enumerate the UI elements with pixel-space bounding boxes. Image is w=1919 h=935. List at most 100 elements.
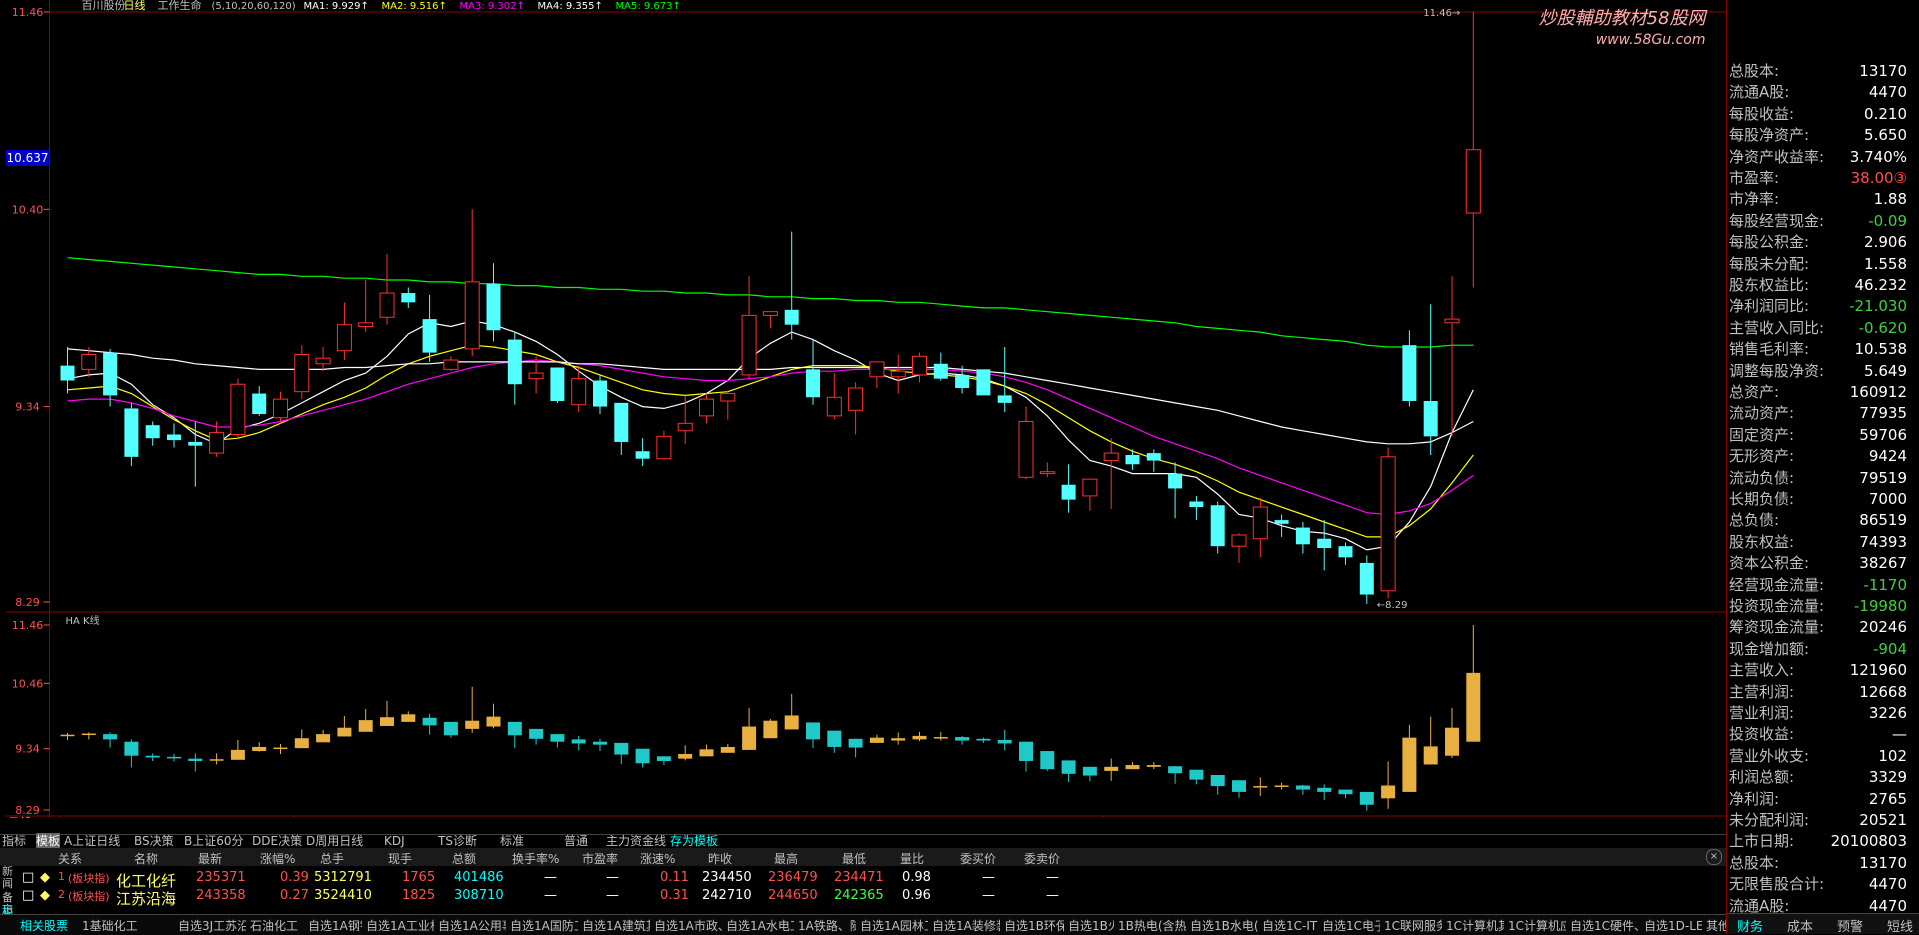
column-header-11[interactable]: 最高 [774,850,798,867]
ha-candle[interactable] [380,700,394,726]
candle[interactable] [656,430,672,460]
column-header-10[interactable]: 昨收 [708,850,732,867]
ha-candle[interactable] [1253,777,1268,796]
ha-candle[interactable] [316,730,331,743]
candle[interactable] [1039,462,1055,478]
ha-candle[interactable] [507,721,522,749]
ha-candle[interactable] [1061,760,1076,782]
candle[interactable] [401,287,416,308]
table-row[interactable]: □ ◆ 2 (板块指) 江苏沿海 243358 0.27 3524410 1825 308710 —… [0,888,1300,908]
candlestick-series[interactable] [60,12,1481,604]
sector-tab-15[interactable]: 自选1B火电 [1068,917,1114,934]
ha-candle[interactable] [1019,741,1033,772]
candle[interactable] [124,402,139,467]
candle[interactable] [593,374,607,415]
candle[interactable] [1380,447,1396,599]
candle[interactable] [614,402,629,455]
ha-candle[interactable] [869,734,884,743]
candle[interactable] [294,345,310,400]
candle[interactable] [1317,520,1332,571]
column-header-14[interactable]: 委买价 [960,850,996,867]
candle[interactable] [145,421,160,446]
indicator-tab-0[interactable]: 指标 [2,833,26,849]
candle[interactable] [1082,478,1098,511]
indicator-tab-12[interactable]: 存为模板 [670,833,718,849]
sector-tab-12[interactable]: 自选1A园林工程 [860,917,928,934]
candle[interactable] [1103,438,1119,509]
ha-candle[interactable] [337,716,352,737]
ha-candle[interactable] [422,713,437,735]
candle[interactable] [933,352,948,381]
candle[interactable] [890,354,906,394]
candle[interactable] [912,352,927,383]
sector-tab-23[interactable]: 自选1C硬件、设备 [1570,917,1640,934]
column-header-8[interactable]: 市盈率 [582,850,618,867]
side-tab-3[interactable]: 短线 [1881,916,1919,935]
table-row[interactable]: □ ◆ 1 (板块指) 化工化纤 235371 0.39 5312791 1765 401486—… [0,870,1300,890]
sector-tab-3[interactable]: 石油化工 [250,917,304,934]
column-header-3[interactable]: 涨幅% [260,850,295,867]
column-header-12[interactable]: 最低 [842,850,866,867]
candle[interactable] [762,311,778,329]
candle[interactable] [1146,449,1161,472]
ha-candle[interactable] [209,753,224,765]
indicator-tab-3[interactable]: BS决策 [134,833,174,849]
indicator-tab-5[interactable]: DDE决策 [252,833,302,849]
sector-tab-16[interactable]: 1B热电(含热) [1118,917,1186,934]
candle[interactable] [379,253,395,325]
column-header-9[interactable]: 涨速% [640,850,675,867]
ha-candle[interactable] [1104,758,1119,781]
column-header-2[interactable]: 最新 [198,850,222,867]
ha-candle[interactable] [1381,761,1396,809]
column-header-1[interactable]: 名称 [134,850,158,867]
candle[interactable] [443,356,459,372]
ha-candle[interactable] [465,686,480,733]
sector-tab-21[interactable]: 1C计算机其他 [1446,917,1504,934]
candle[interactable] [1274,514,1289,537]
column-header-4[interactable]: 总手 [320,850,344,867]
candle[interactable] [1061,464,1076,513]
candle[interactable] [1444,276,1460,437]
ha-candle[interactable] [1359,791,1374,811]
ha-candle[interactable] [443,721,458,738]
candle[interactable] [1295,521,1310,554]
candle[interactable] [1168,462,1183,519]
ha-candle[interactable] [529,728,544,745]
column-header-6[interactable]: 总额 [452,850,476,867]
ha-candle[interactable] [230,739,245,760]
ha-candle[interactable] [763,718,778,739]
sector-tab-2[interactable]: 自选3J工苏沿海 [178,917,246,934]
candle[interactable] [699,393,714,424]
ha-candle[interactable] [976,737,991,743]
candle[interactable] [358,280,374,333]
column-header-13[interactable]: 量比 [900,850,924,867]
ha-candle[interactable] [742,707,757,750]
ha-candle[interactable] [1423,716,1438,765]
sector-tab-18[interactable]: 自选1C-IT支持 [1262,917,1318,934]
ha-candle[interactable] [1295,784,1310,795]
close-table-icon[interactable]: × [1706,849,1722,865]
side-tab-0[interactable]: 财务 [1731,916,1769,935]
row-checkbox[interactable]: □ [22,888,34,903]
candle[interactable] [486,263,501,342]
candle[interactable] [1018,406,1034,480]
indicator-tab-7[interactable]: KDJ [384,833,405,849]
candle[interactable] [103,348,118,407]
ha-candle[interactable] [1146,762,1161,770]
candle[interactable] [1231,533,1247,563]
candle[interactable] [315,347,331,372]
candle[interactable] [677,395,693,444]
ha-candle[interactable] [1082,766,1097,782]
ha-candle[interactable] [784,693,799,730]
ha-candle[interactable] [81,732,96,740]
sector-tab-6[interactable]: 自选1A公用事业 [438,917,506,934]
sector-tab-13[interactable]: 自选1A装修装饰 [932,917,1000,934]
ha-candle[interactable] [188,753,203,772]
ha-candle[interactable] [848,738,863,758]
ha-candle[interactable] [1466,625,1481,742]
chart-area[interactable]: 百川股份 日线 工作生命 (5,10,20,60,120) MA1: 9.929… [0,0,1737,818]
sector-tab-20[interactable]: 1C联网服务 [1384,917,1442,934]
sector-tab-24[interactable]: 自选1D-LED [1644,917,1702,934]
candle[interactable] [976,369,991,396]
candle[interactable] [1465,12,1481,288]
